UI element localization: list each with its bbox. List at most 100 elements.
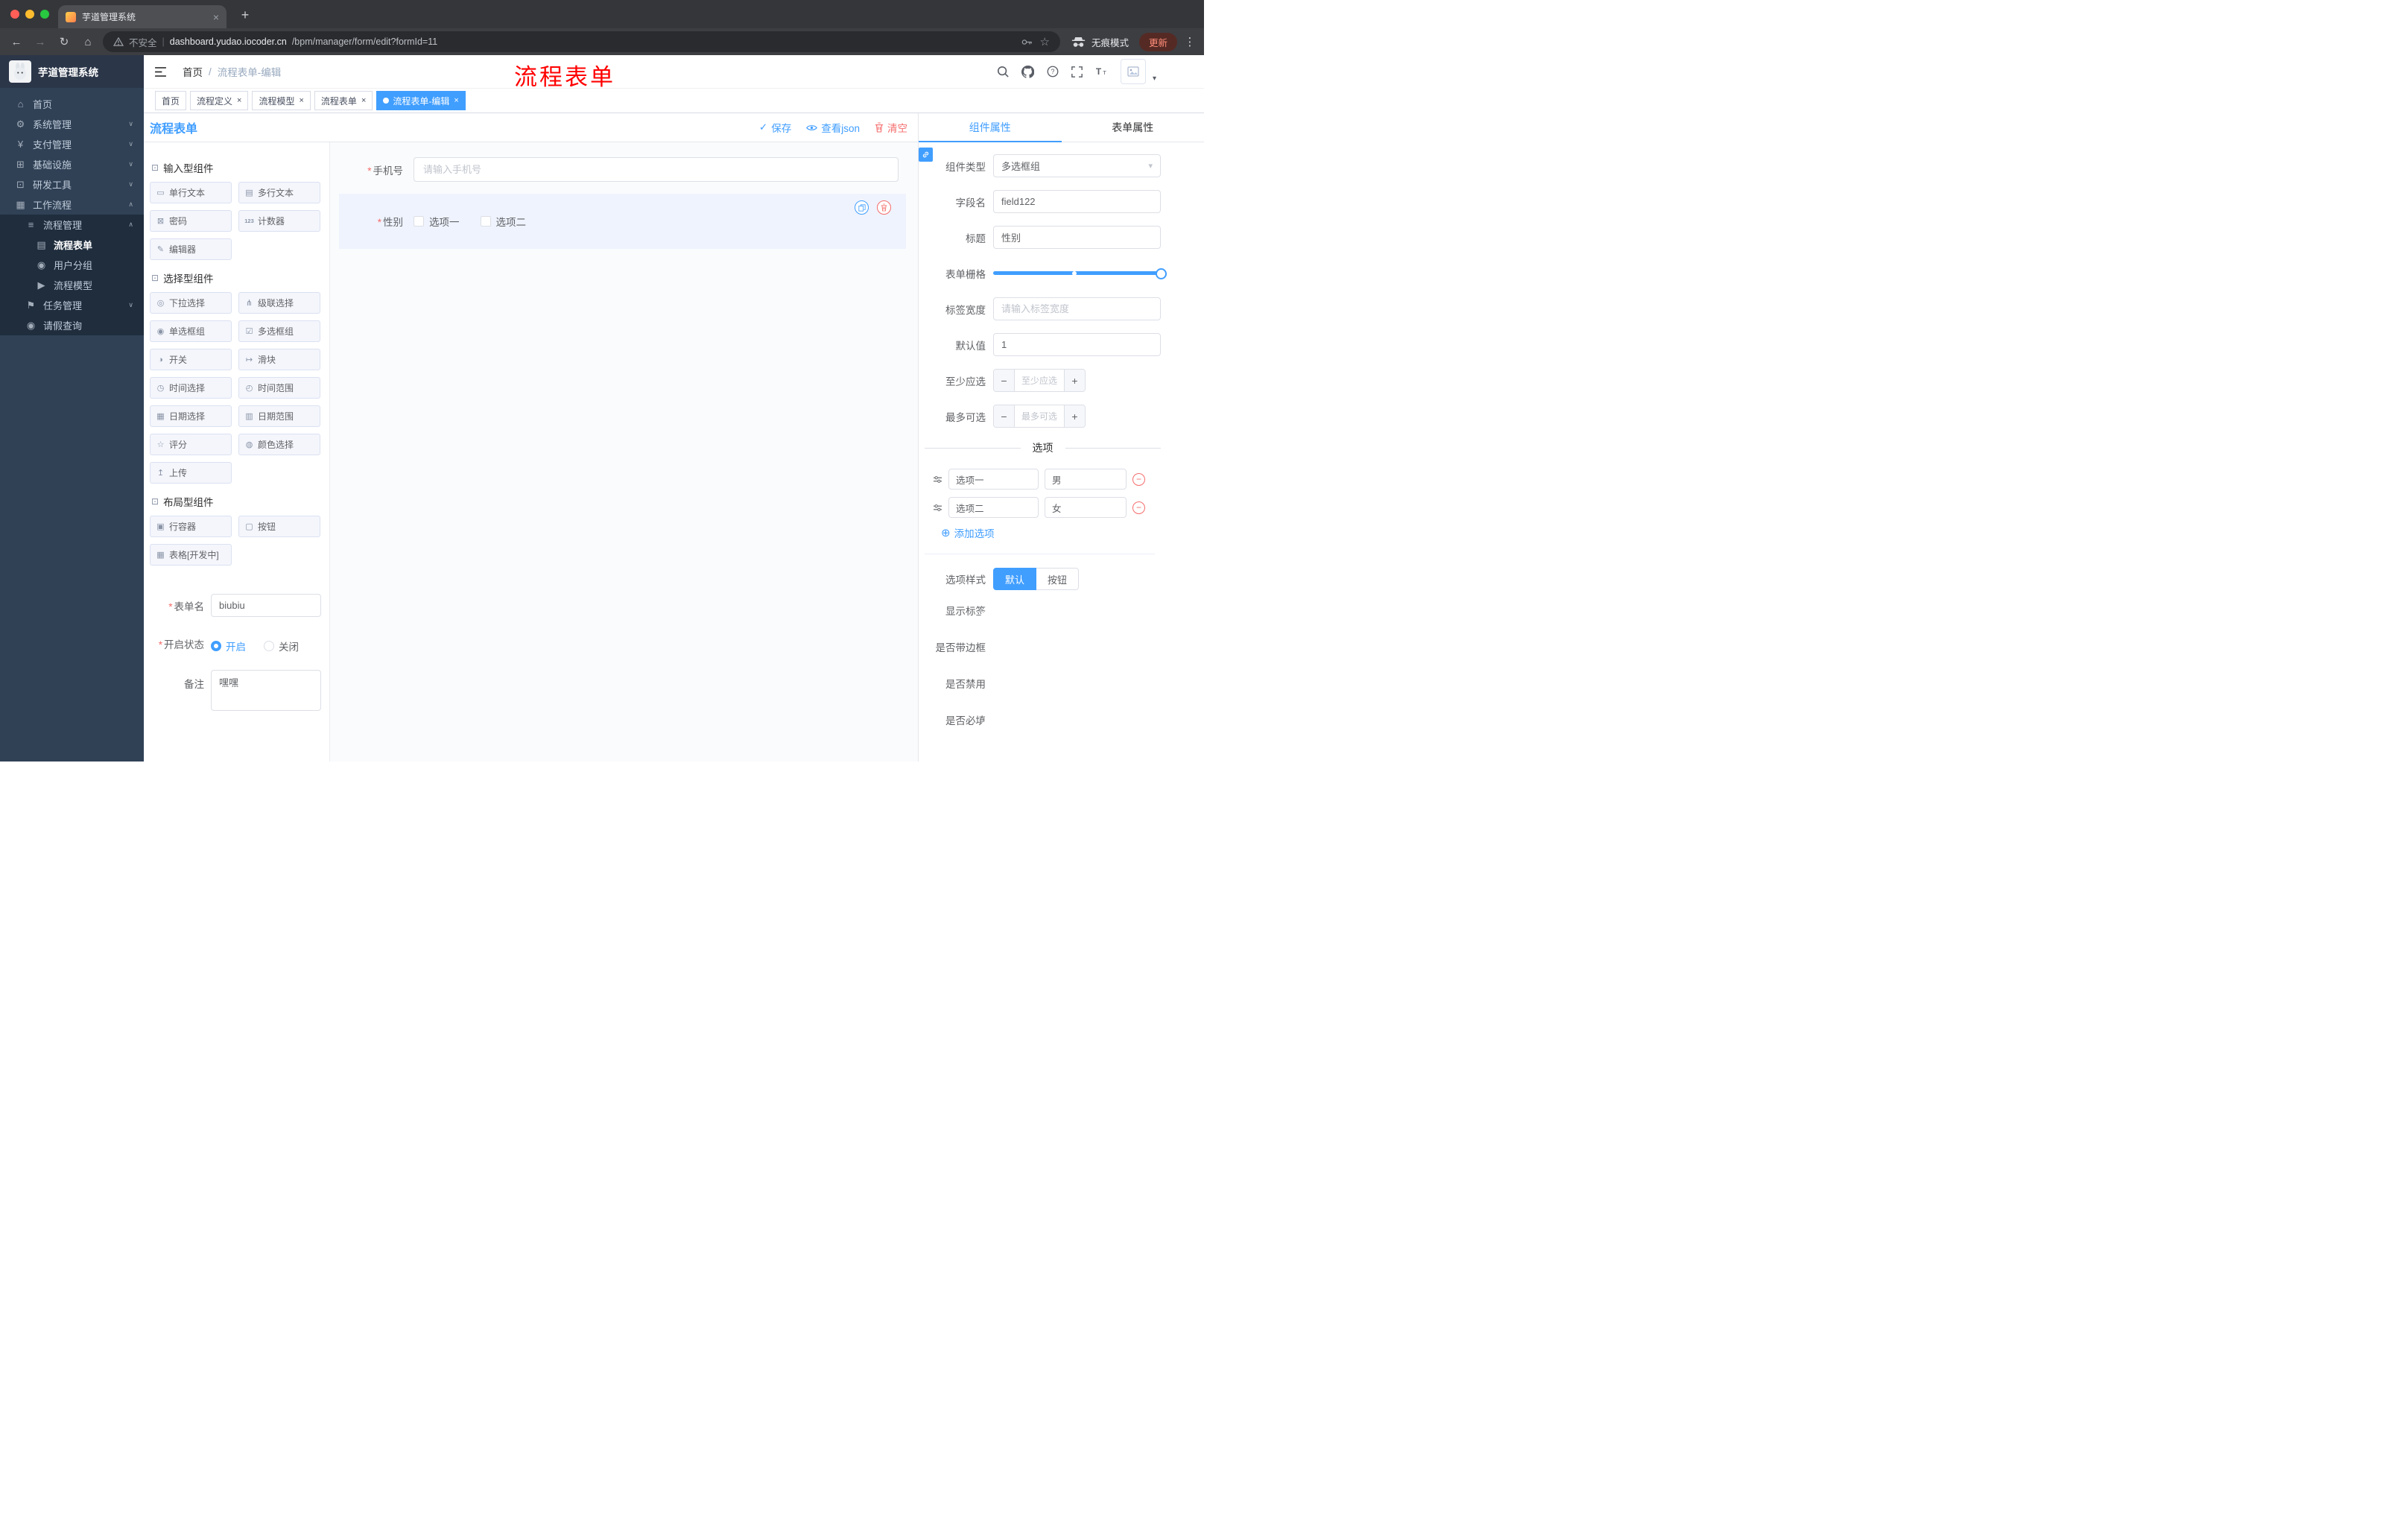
- option-label-input[interactable]: [948, 469, 1039, 490]
- tab-component-properties[interactable]: 组件属性: [919, 113, 1062, 142]
- option-value-input[interactable]: [1045, 497, 1127, 518]
- tag-close-icon[interactable]: ×: [299, 96, 303, 105]
- avatar[interactable]: [1120, 59, 1146, 84]
- tag-close-icon[interactable]: ×: [361, 96, 366, 105]
- github-icon[interactable]: [1021, 65, 1034, 78]
- palette-component-editor[interactable]: ✎ 编辑器: [150, 238, 232, 260]
- window-close-button[interactable]: [10, 10, 19, 19]
- status-off-radio[interactable]: 关闭: [264, 639, 299, 653]
- tag-home[interactable]: 首页: [155, 91, 187, 110]
- drag-handle-icon[interactable]: [933, 504, 942, 512]
- palette-component-color-picker[interactable]: ◍ 颜色选择: [238, 434, 320, 455]
- slider-track[interactable]: [993, 271, 1161, 275]
- selected-component-gender[interactable]: * 性别 选项一 选项二: [339, 194, 906, 249]
- palette-component-single-line-text[interactable]: ▭ 单行文本: [150, 182, 232, 203]
- palette-component-multi-line-text[interactable]: ▤ 多行文本: [238, 182, 320, 203]
- remove-option-button[interactable]: −: [1132, 472, 1145, 486]
- palette-component-password[interactable]: ⊠ 密码: [150, 210, 232, 232]
- browser-home-button[interactable]: ⌂: [79, 33, 97, 51]
- stepper-decrease-button[interactable]: −: [994, 405, 1015, 427]
- collapse-panel-handle[interactable]: [919, 148, 933, 162]
- view-json-button[interactable]: 查看json: [806, 120, 860, 135]
- browser-menu-icon[interactable]: ⋮: [1183, 35, 1197, 48]
- tag-process-model[interactable]: 流程模型 ×: [252, 91, 311, 110]
- palette-component-cascader[interactable]: ⋔ 级联选择: [238, 292, 320, 314]
- browser-tab[interactable]: 芋道管理系统 ×: [58, 5, 226, 28]
- save-button[interactable]: ✓ 保存: [759, 120, 791, 135]
- max-select-value[interactable]: 最多可选: [1015, 405, 1064, 427]
- sidebar-item-leave-query[interactable]: ◉ 请假查询: [0, 315, 144, 335]
- stepper-decrease-button[interactable]: −: [994, 370, 1015, 391]
- sidebar-item-dev-tools[interactable]: ⊡ 研发工具 ∨: [0, 174, 144, 194]
- palette-component-switch[interactable]: ◑ 开关: [150, 349, 232, 370]
- stepper-increase-button[interactable]: +: [1064, 405, 1085, 427]
- new-tab-button[interactable]: +: [235, 5, 255, 25]
- tag-close-icon[interactable]: ×: [237, 96, 241, 105]
- palette-component-time-range[interactable]: ◴ 时间范围: [238, 377, 320, 399]
- url-bar[interactable]: 不安全 | dashboard.yudao.iocoder.cn /bpm/ma…: [103, 31, 1060, 52]
- password-key-icon[interactable]: [1021, 38, 1033, 46]
- tag-process-form[interactable]: 流程表单 ×: [314, 91, 373, 110]
- palette-component-checkbox-group[interactable]: ☑ 多选框组: [238, 320, 320, 342]
- tab-close-icon[interactable]: ×: [213, 11, 219, 23]
- palette-component-slider[interactable]: ↦ 滑块: [238, 349, 320, 370]
- font-size-icon[interactable]: TT: [1095, 66, 1108, 77]
- palette-component-radio-group[interactable]: ◉ 单选框组: [150, 320, 232, 342]
- tag-process-definition[interactable]: 流程定义 ×: [190, 91, 249, 110]
- default-value-input[interactable]: [993, 333, 1161, 356]
- sidebar-item-process-management[interactable]: ≡ 流程管理 ∧: [0, 215, 144, 235]
- gender-option2-checkbox[interactable]: 选项二: [480, 214, 526, 229]
- breadcrumb-home[interactable]: 首页: [183, 64, 203, 79]
- palette-component-date-picker[interactable]: ▦ 日期选择: [150, 405, 232, 427]
- sidebar-item-user-group[interactable]: ◉ 用户分组: [0, 255, 144, 275]
- remark-textarea[interactable]: 嘿嘿: [211, 670, 321, 711]
- option-value-input[interactable]: [1045, 469, 1127, 490]
- label-width-input[interactable]: [993, 297, 1161, 320]
- clear-button[interactable]: 清空: [875, 120, 907, 135]
- tab-form-properties[interactable]: 表单属性: [1062, 113, 1205, 142]
- palette-component-dropdown[interactable]: ◎ 下拉选择: [150, 292, 232, 314]
- form-grid-slider[interactable]: [993, 262, 1167, 285]
- palette-component-rate[interactable]: ☆ 评分: [150, 434, 232, 455]
- palette-component-time-picker[interactable]: ◷ 时间选择: [150, 377, 232, 399]
- browser-update-button[interactable]: 更新: [1138, 32, 1177, 51]
- sidebar-item-workflow[interactable]: ▦ 工作流程 ∧: [0, 194, 144, 215]
- status-on-radio[interactable]: 开启: [211, 639, 246, 653]
- bookmark-star-icon[interactable]: ☆: [1040, 35, 1050, 48]
- slider-handle[interactable]: [1156, 267, 1167, 279]
- component-type-select[interactable]: 多选框组 ▾: [993, 154, 1161, 177]
- remove-option-button[interactable]: −: [1132, 501, 1145, 514]
- sidebar-item-process-model[interactable]: ▶ 流程模型: [0, 275, 144, 295]
- sidebar-item-home[interactable]: ⌂ 首页: [0, 94, 144, 114]
- tag-close-icon[interactable]: ×: [454, 96, 458, 105]
- palette-component-counter[interactable]: 123 计数器: [238, 210, 320, 232]
- palette-component-button[interactable]: ▢ 按钮: [238, 516, 320, 537]
- sidebar-item-infrastructure[interactable]: ⊞ 基础设施 ∨: [0, 154, 144, 174]
- forward-button[interactable]: →: [31, 33, 49, 51]
- reload-button[interactable]: ↻: [55, 33, 73, 51]
- drag-handle-icon[interactable]: [933, 475, 942, 484]
- field-name-input[interactable]: [993, 190, 1161, 213]
- style-button-button[interactable]: 按钮: [1036, 568, 1080, 590]
- title-input[interactable]: [993, 226, 1161, 249]
- min-select-value[interactable]: 至少应选: [1015, 370, 1064, 391]
- gender-option1-checkbox[interactable]: 选项一: [414, 214, 460, 229]
- security-label[interactable]: 不安全: [129, 35, 157, 49]
- style-default-button[interactable]: 默认: [993, 568, 1037, 590]
- avatar-caret-icon[interactable]: ▾: [1153, 75, 1156, 84]
- window-zoom-button[interactable]: [40, 10, 49, 19]
- palette-component-table-dev[interactable]: ▦ 表格[开发中]: [150, 544, 232, 566]
- tag-process-form-edit[interactable]: 流程表单-编辑 ×: [376, 91, 466, 110]
- help-icon[interactable]: ?: [1047, 66, 1059, 77]
- sidebar-item-process-form[interactable]: ▤ 流程表单: [0, 235, 144, 255]
- stepper-increase-button[interactable]: +: [1064, 370, 1085, 391]
- palette-component-date-range[interactable]: ▥ 日期范围: [238, 405, 320, 427]
- palette-component-upload[interactable]: ↥ 上传: [150, 462, 232, 484]
- phone-field-row[interactable]: * 手机号: [339, 157, 906, 182]
- form-name-input[interactable]: [211, 594, 321, 617]
- search-icon[interactable]: [997, 66, 1009, 77]
- duplicate-component-button[interactable]: [855, 200, 869, 215]
- sidebar-logo[interactable]: 芋道管理系统: [0, 55, 144, 88]
- phone-input[interactable]: [414, 157, 899, 182]
- sidebar-item-task-management[interactable]: ⚑ 任务管理 ∨: [0, 295, 144, 315]
